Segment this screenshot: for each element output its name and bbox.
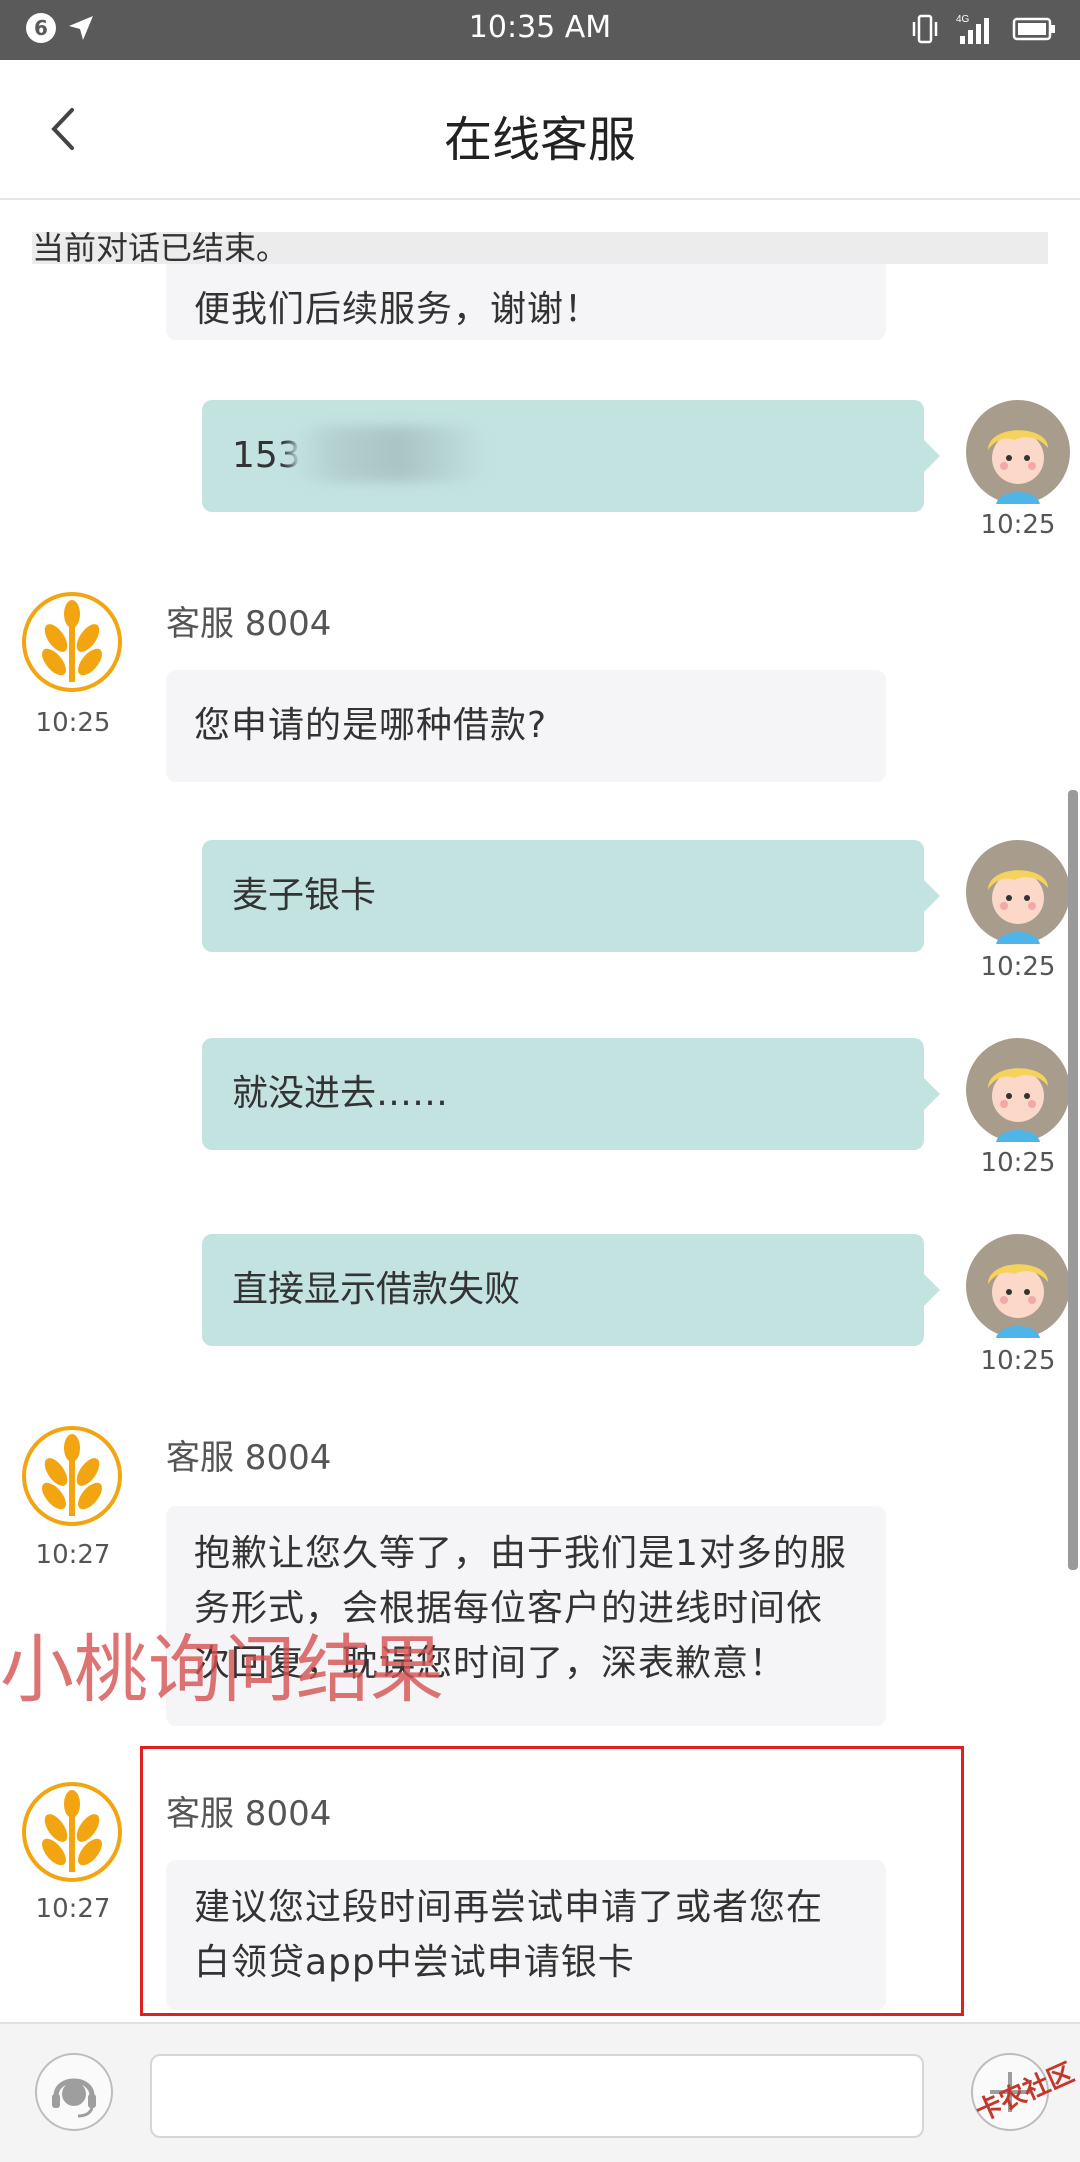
nav-bar: 在线客服 xyxy=(0,60,1080,200)
status-bar: 6 10:35 AM 4G xyxy=(0,0,1080,60)
message-text: 直接显示借款失败 xyxy=(232,1269,521,1310)
headset-icon[interactable] xyxy=(34,2052,114,2132)
agent-avatar xyxy=(22,1782,122,1882)
page-title: 在线客服 xyxy=(443,112,636,168)
message-time: 10:25 xyxy=(35,708,111,738)
chat-area[interactable]: 当前对话已结束。 便我们后续服务，谢谢！ 153 10:25 客服 8004 1… xyxy=(0,200,1080,2022)
message-time: 10:25 xyxy=(980,1346,1056,1376)
network-label: 4G xyxy=(956,14,970,25)
message-text: 您申请的是哪种借款? xyxy=(194,705,548,746)
message-time: 10:25 xyxy=(980,1148,1056,1178)
user-message-bubble: 直接显示借款失败 xyxy=(202,1234,940,1346)
message-time: 10:25 xyxy=(980,952,1056,982)
vibrate-icon xyxy=(912,14,938,44)
input-bar: 卡农社区 xyxy=(0,2022,1080,2162)
user-message-bubble: 麦子银卡 xyxy=(202,840,940,952)
agent-name: 客服 8004 xyxy=(166,604,332,644)
watermark-text: 小桃询问结果 xyxy=(0,1627,444,1713)
scrollbar[interactable] xyxy=(1068,790,1078,1570)
message-text: 就没进去…… xyxy=(232,1073,449,1114)
message-time: 10:25 xyxy=(980,510,1056,540)
message-text: 便我们后续服务，谢谢！ xyxy=(194,289,602,330)
agent-avatar xyxy=(22,1426,122,1526)
battery-icon xyxy=(1012,17,1055,41)
highlight-box xyxy=(140,1746,964,2016)
signal-icon: 4G xyxy=(956,14,989,44)
message-text: 麦子银卡 xyxy=(232,875,377,916)
user-message-bubble: 就没进去…… xyxy=(202,1038,940,1150)
message-input[interactable] xyxy=(150,2054,924,2138)
agent-name: 客服 8004 xyxy=(166,1438,332,1478)
agent-message-bubble: 您申请的是哪种借款? xyxy=(166,670,886,782)
redaction-blur xyxy=(290,426,490,482)
user-avatar xyxy=(966,1234,1070,1338)
user-avatar xyxy=(966,400,1070,504)
user-avatar xyxy=(966,1038,1070,1142)
user-avatar xyxy=(966,840,1070,944)
message-time: 10:27 xyxy=(35,1540,111,1570)
agent-avatar xyxy=(22,592,122,692)
message-time: 10:27 xyxy=(35,1894,111,1924)
system-notice: 当前对话已结束。 xyxy=(32,232,1048,264)
status-right: 4G xyxy=(910,12,1056,46)
